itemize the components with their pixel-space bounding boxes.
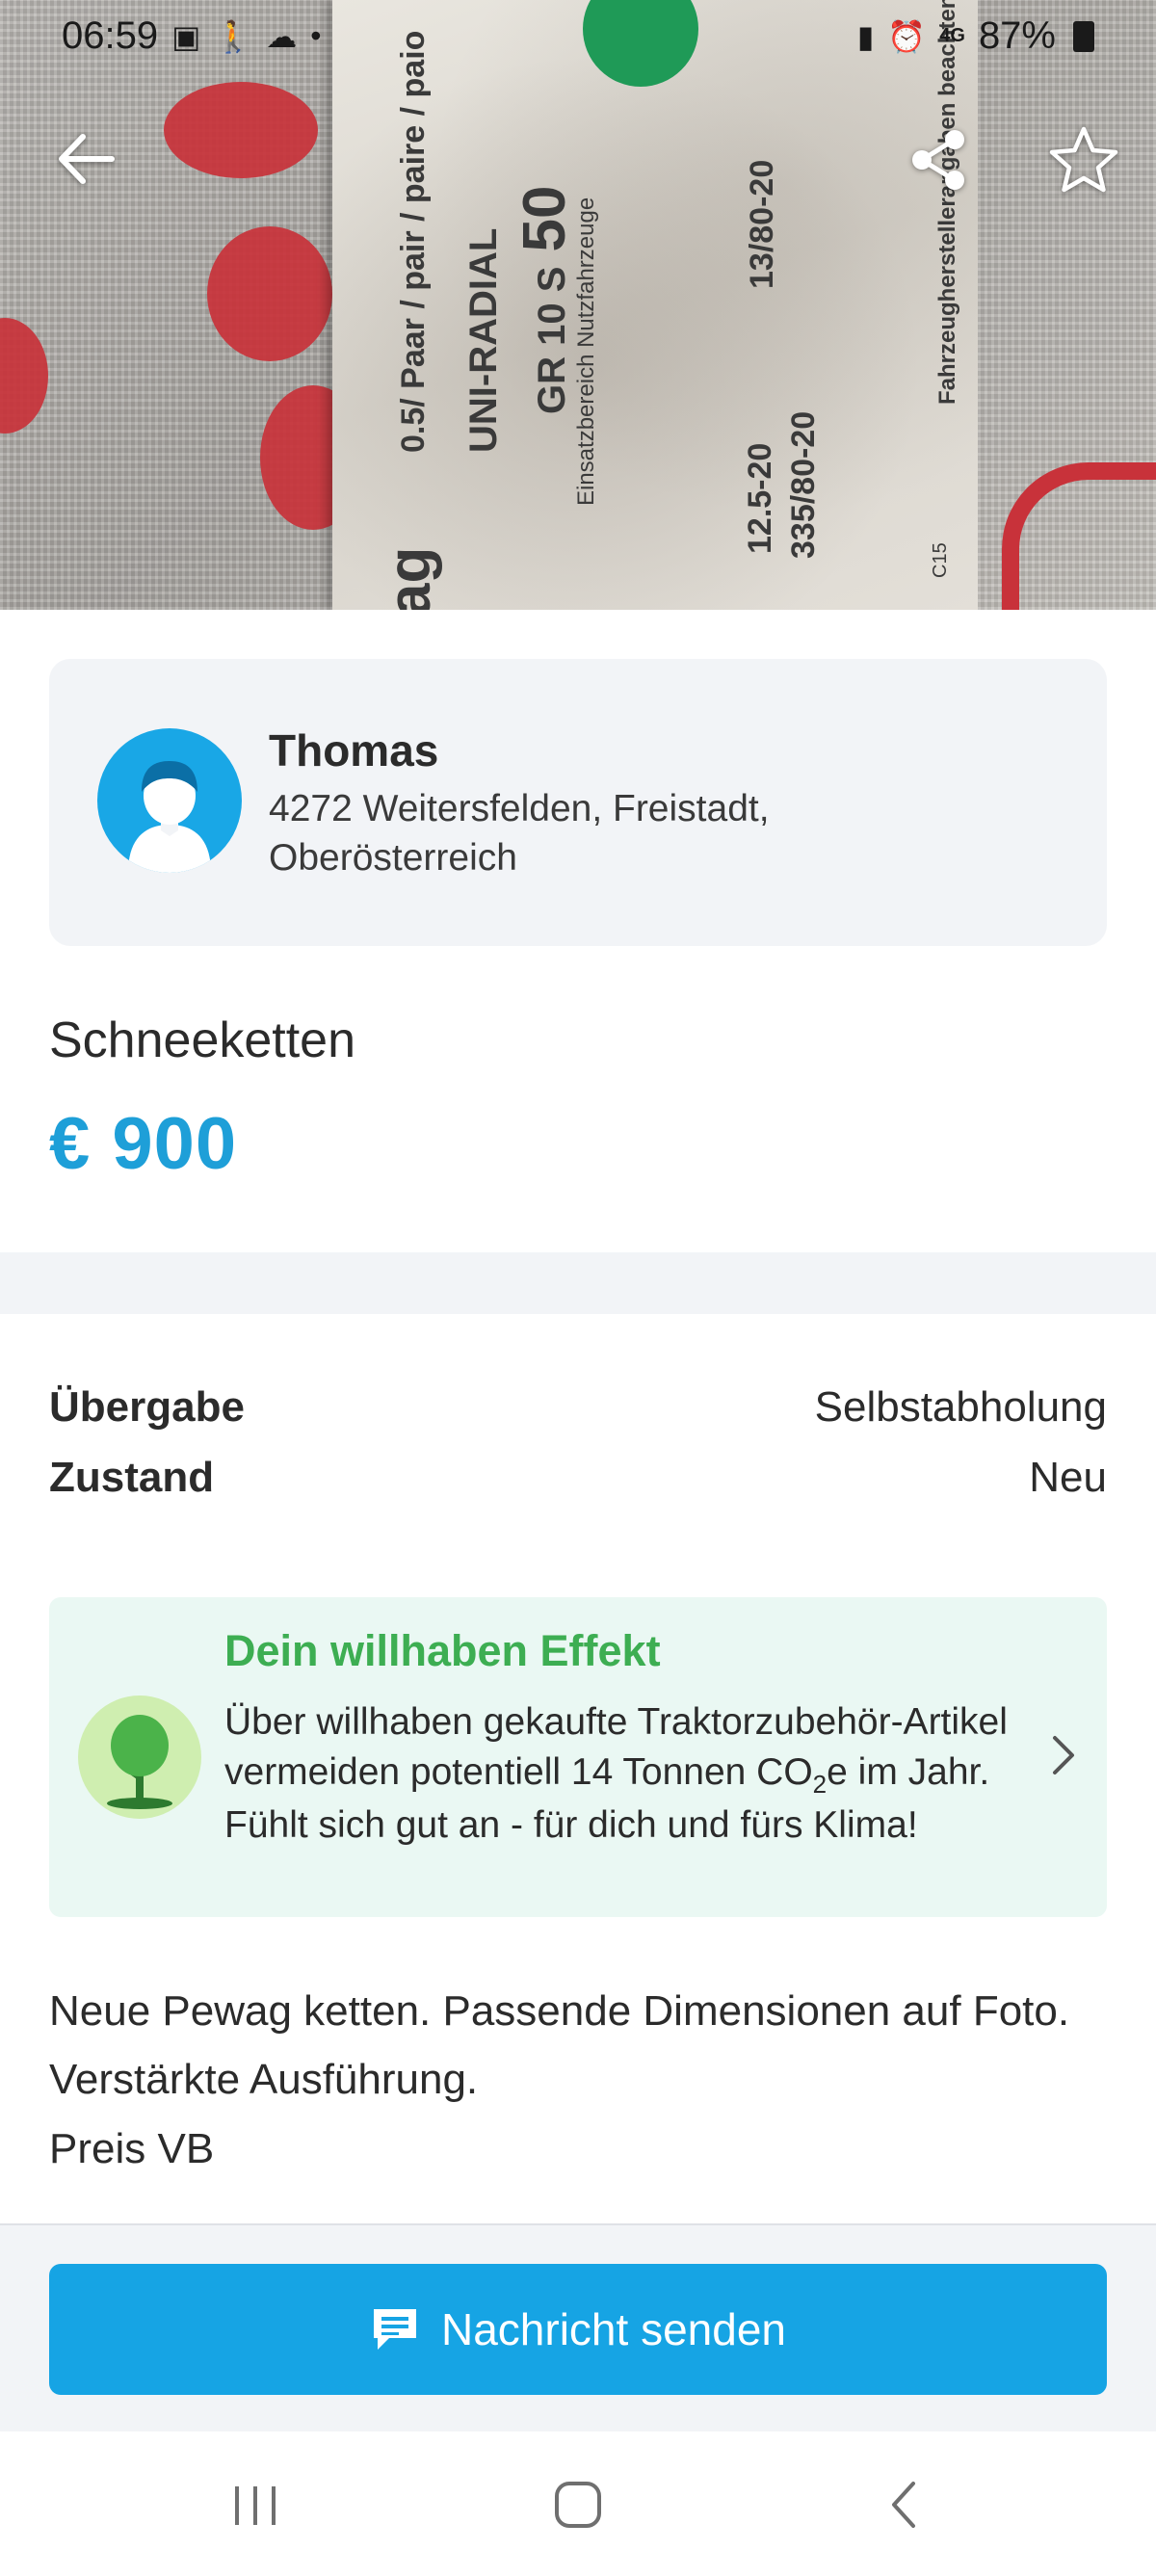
cloud-icon: ☁ [266,18,298,54]
attribute-row-condition: Zustand Neu [49,1454,1107,1502]
sack-pattern [0,318,48,434]
effect-text-subscript: 2 [812,1769,828,1799]
bottom-action-bar: Nachricht senden [0,2223,1156,2431]
seller-location: 4272 Weitersfelden, Freistadt, Oberöster… [269,784,770,883]
attribute-key: Zustand [49,1454,215,1501]
chat-bubble-icon [374,2309,416,2350]
chevron-right-icon [1049,1732,1078,1783]
attribute-row-handover: Übergabe Selbstabholung [49,1383,1107,1432]
avatar [97,728,242,873]
network-indicator: 4G [939,25,965,46]
recents-icon [235,2486,276,2525]
label-tire-type: UNI-RADIAL [462,227,505,453]
dot-icon: • [310,18,322,53]
sack-pattern [207,226,332,361]
label-size-3: 335/80-20 [785,410,822,559]
system-navigation-bar [0,2431,1156,2576]
label-size-1: 13/80-20 [744,159,780,289]
favorite-button[interactable] [1045,121,1122,198]
listing-photo[interactable]: ag 0.5/ Paar / pair / paire / paio UNI-R… [0,0,1156,610]
nav-home-button[interactable] [535,2476,621,2534]
seller-card[interactable]: Thomas 4272 Weitersfelden, Freistadt, Ob… [49,659,1107,946]
walking-icon: 🚶 [214,18,253,54]
listing-title: Schneeketten [49,1012,356,1068]
label-model: GR 10 S 50 [511,186,579,415]
effect-title: Dein willhaben Effekt [224,1626,661,1675]
status-bar: 06:59 ▣ 🚶 ☁ • ▮ ⏰ 4G 87% [0,0,1156,72]
label-code: C15 [930,542,951,578]
share-button[interactable] [906,123,973,196]
battery-icon [1073,20,1094,52]
seller-name: Thomas [269,725,439,775]
nav-recents-button[interactable] [212,2476,299,2534]
description-line-2: Preis VB [49,2124,215,2172]
lock-icon: ▮ [856,18,875,54]
star-outline-icon [1049,126,1118,193]
label-pair: 0.5/ Paar / pair / paire / paio [395,30,432,453]
label-usage: Einsatzbereich Nutzfahrzeuge [573,197,599,506]
status-time: 06:59 [62,14,159,57]
willhaben-effect-card[interactable]: Dein willhaben Effekt Über willhaben gek… [49,1597,1107,1917]
back-button[interactable] [46,125,123,193]
attribute-key: Übergabe [49,1383,245,1431]
share-icon [912,129,964,190]
attribute-value: Neu [1029,1454,1107,1501]
sack-pattern [164,82,318,178]
nav-back-button[interactable] [860,2476,947,2534]
sack-stripe [1002,462,1156,610]
alarm-icon: ⏰ [887,18,927,54]
battery-level: 87% [978,14,1056,57]
home-icon [555,2482,601,2528]
attribute-value: Selbstabholung [814,1383,1107,1431]
tree-icon [78,1695,201,1819]
seller-location-line2: Oberösterreich [269,837,517,880]
effect-text: Über willhaben gekaufte Traktorzubehör-A… [224,1697,1053,1851]
nav-back-icon [892,2482,915,2528]
seller-location-line1: 4272 Weitersfelden, Freistadt, [269,787,770,829]
label-brand: ag [377,546,443,610]
label-model-text: GR 10 S [531,266,573,414]
send-message-label: Nachricht senden [441,2304,786,2354]
seller-info: Thomas 4272 Weitersfelden, Freistadt, Ob… [269,723,770,883]
label-size-2: 12.5-20 [742,442,778,554]
description-line-1: Neue Pewag ketten. Passende Dimensionen … [49,1987,1070,2104]
gallery-icon: ▣ [171,18,201,54]
label-model-suffix: 50 [512,185,578,252]
listing-price: € 900 [49,1103,238,1185]
listing-description: Neue Pewag ketten. Passende Dimensionen … [49,1977,1109,2183]
arrow-left-icon [59,134,115,184]
user-icon [128,761,211,873]
section-divider [0,1252,1156,1314]
send-message-button[interactable]: Nachricht senden [49,2264,1107,2395]
